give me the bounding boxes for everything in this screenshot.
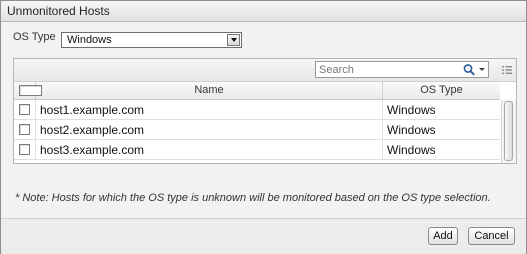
name-column-header[interactable]: Name — [36, 82, 383, 99]
row-checkbox-cell — [14, 100, 36, 119]
hosts-grid: Name OS Type host1.example.com Windows h… — [13, 58, 517, 164]
search-box[interactable] — [315, 61, 489, 78]
chevron-down-icon — [231, 38, 237, 42]
search-icon[interactable] — [462, 63, 476, 77]
cancel-button[interactable]: Cancel — [468, 227, 515, 245]
os-type-note: * Note: Hosts for which the OS type is u… — [15, 192, 491, 204]
os-type-cell: Windows — [383, 100, 500, 119]
dialog-footer: Add Cancel — [1, 218, 526, 254]
os-type-label: OS Type — [13, 31, 56, 43]
unmonitored-hosts-dialog: Unmonitored Hosts OS Type Windows Search… — [0, 0, 527, 254]
host-os-type: Windows — [387, 143, 436, 157]
table-row[interactable]: host3.example.com Windows — [14, 140, 500, 160]
grid-header-row: Name OS Type — [14, 82, 500, 100]
os-type-column-label: OS Type — [420, 84, 463, 96]
host-name: host2.example.com — [40, 123, 145, 137]
name-column-label: Name — [194, 84, 224, 96]
grid-toolbar — [14, 59, 516, 82]
row-checkbox[interactable] — [19, 104, 30, 115]
host-os-type: Windows — [387, 123, 436, 137]
os-type-select[interactable]: Windows — [61, 32, 242, 48]
table-row[interactable]: host2.example.com Windows — [14, 120, 500, 140]
host-name-cell: host3.example.com — [36, 140, 383, 159]
host-name-cell: host1.example.com — [36, 100, 383, 119]
row-checkbox[interactable] — [19, 144, 30, 155]
os-type-column-header[interactable]: OS Type — [383, 82, 500, 99]
host-name: host1.example.com — [40, 103, 145, 117]
os-type-selected-value: Windows — [67, 34, 112, 46]
column-menu-icon[interactable] — [501, 64, 513, 76]
search-options-caret-icon[interactable] — [479, 68, 485, 71]
dialog-title: Unmonitored Hosts — [7, 4, 110, 18]
scrollbar-thumb[interactable] — [504, 101, 513, 161]
row-checkbox-cell — [14, 140, 36, 159]
title-bar: Unmonitored Hosts — [1, 1, 526, 22]
add-button[interactable]: Add — [428, 227, 458, 245]
table-row[interactable]: host1.example.com Windows — [14, 100, 500, 120]
search-input[interactable] — [319, 62, 454, 77]
os-type-cell: Windows — [383, 120, 500, 139]
host-os-type: Windows — [387, 103, 436, 117]
dropdown-arrow-button[interactable] — [227, 34, 240, 46]
row-checkbox[interactable] — [19, 124, 30, 135]
row-checkbox-cell — [14, 120, 36, 139]
host-name: host3.example.com — [40, 143, 145, 157]
grid-scrollbar[interactable] — [501, 100, 516, 163]
select-all-header — [14, 82, 42, 99]
host-name-cell: host2.example.com — [36, 120, 383, 139]
os-type-cell: Windows — [383, 140, 500, 159]
